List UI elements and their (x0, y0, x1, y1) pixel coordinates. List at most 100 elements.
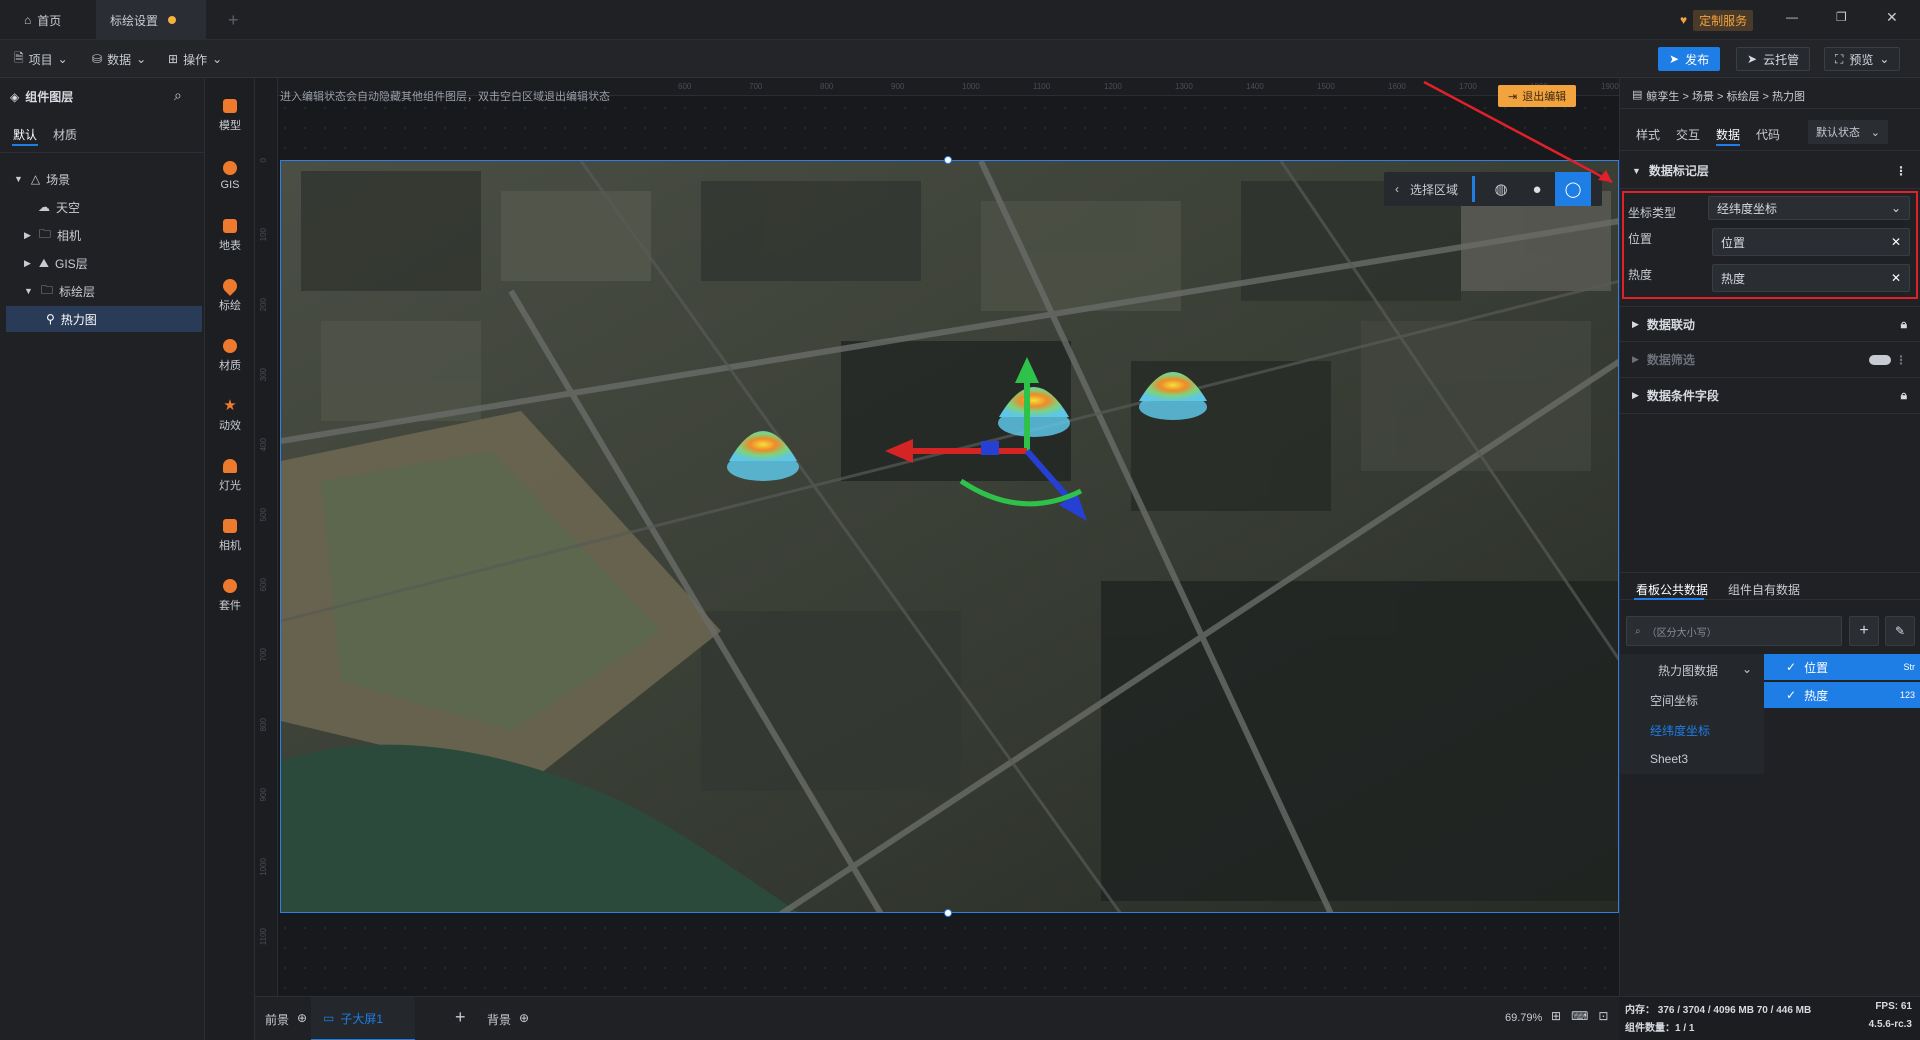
camera-icon (223, 519, 237, 533)
tool-label: GIS (220, 179, 240, 191)
source-item-lnglat-coords[interactable]: 经纬度坐标 (1650, 722, 1710, 739)
more-icon[interactable]: ⋮ (1895, 164, 1907, 178)
tree-item-annotation-layer[interactable]: ▼ 🗀 标绘层 (0, 278, 202, 304)
edit-data-button[interactable]: ✎ (1885, 616, 1915, 646)
tab-active-label: 标绘设置 (110, 13, 159, 28)
tab-default[interactable]: 默认 (13, 126, 37, 143)
tool-camera[interactable]: 相机 (205, 508, 255, 564)
tree-label: 场景 (46, 172, 71, 187)
source-item-space-coords[interactable]: 空间坐标 (1650, 692, 1698, 709)
data-search-input[interactable]: ⌕ （区分大小写） (1626, 616, 1842, 646)
ruler-tick-label: 200 (259, 298, 268, 312)
tab-interaction[interactable]: 交互 (1676, 126, 1700, 143)
tree-item-heatmap[interactable]: ⚲ 热力图 (6, 306, 202, 332)
foreground-tab[interactable]: 前景 ⊕ (265, 1011, 307, 1028)
section-title: 数据筛选 (1646, 353, 1695, 367)
add-circle-icon[interactable]: ⊕ (519, 1011, 529, 1028)
more-icon[interactable]: ⋮ (1895, 353, 1907, 367)
search-placeholder: （区分大小写） (1646, 627, 1717, 639)
check-icon: ✓ (1786, 688, 1797, 702)
tab-home[interactable]: ⌂ 首页 (10, 0, 75, 40)
field-row-heat[interactable]: ✓ 热度 123 (1764, 682, 1920, 708)
section-data-filter[interactable]: ▶ 数据筛选 ⋮ (1620, 342, 1920, 378)
cloud-button[interactable]: ➤ 云托管 (1736, 47, 1811, 71)
ruler-left: 0 100 200 300 400 500 600 700 800 900 1000 1100 (255, 78, 278, 996)
minimize-icon[interactable]: — (1786, 10, 1798, 24)
tab-material[interactable]: 材质 (53, 126, 77, 143)
terminal-icon[interactable]: ⊡ (1598, 1009, 1608, 1023)
search-icon[interactable]: ⌕ (174, 87, 182, 104)
data-menu[interactable]: ⛁ 数据 ⌄ (92, 40, 146, 78)
resize-handle-top[interactable] (944, 156, 952, 164)
tab-style[interactable]: 样式 (1636, 126, 1660, 143)
tool-kit[interactable]: 套件 (205, 568, 255, 624)
position-field[interactable]: 位置 ✕ (1712, 228, 1910, 256)
tool-terrain[interactable]: 地表 (205, 208, 255, 264)
tool-gis[interactable]: GIS (205, 148, 255, 204)
tool-annotation[interactable]: 标绘 (205, 268, 255, 324)
add-screen-button[interactable]: + (455, 1007, 466, 1028)
restore-icon[interactable]: ❐ (1836, 10, 1847, 24)
tool-light[interactable]: 灯光 (205, 448, 255, 504)
preview-button[interactable]: ⛶ 预览 ⌄ (1824, 47, 1901, 71)
ruler-tick-label: 700 (259, 648, 268, 662)
source-item-sheet3[interactable]: Sheet3 (1650, 752, 1688, 766)
fit-screen-icon[interactable]: ⊞ (1551, 1009, 1561, 1023)
keyboard-icon[interactable]: ⌨ (1571, 1009, 1588, 1023)
cloud-label: 云托管 (1763, 52, 1800, 67)
tree-item-camera[interactable]: ▶ 🗀 相机 (0, 222, 202, 248)
publish-label: 发布 (1685, 52, 1710, 67)
field-row-position[interactable]: ✓ 位置 Str (1764, 654, 1920, 680)
layers-icon: ◈ (10, 89, 20, 104)
screen-tab[interactable]: ▭ 子大屏1 (311, 997, 415, 1040)
star-icon: ★ (223, 397, 237, 414)
tree-item-gis[interactable]: ▶ ⛰ GIS层 (0, 250, 202, 276)
section-title: 数据联动 (1646, 317, 1695, 332)
scene-viewport[interactable] (280, 160, 1619, 913)
project-menu[interactable]: 🗎 项目 ⌄ (14, 40, 68, 78)
tool-effect[interactable]: ★ 动效 (205, 388, 255, 444)
tree-label: 热力图 (60, 312, 97, 327)
add-data-button[interactable]: + (1849, 616, 1879, 646)
section-condition-fields[interactable]: ▶ 数据条件字段 🔒︎ (1620, 378, 1920, 414)
tab-data[interactable]: 数据 (1716, 126, 1740, 143)
tool-material[interactable]: 材质 (205, 328, 255, 384)
section-data-link[interactable]: ▶ 数据联动 🔒︎ (1620, 306, 1920, 342)
close-icon[interactable]: ✕ (1886, 9, 1898, 26)
tree-item-scene[interactable]: ▼ △ 场景 (0, 166, 202, 192)
file-icon: 🗎 (14, 50, 24, 65)
custom-service[interactable]: ♥ 定制服务 (1680, 9, 1754, 31)
send-icon: ➤ (1747, 52, 1758, 66)
ruler-tick-label: 100 (259, 228, 268, 242)
position-label: 位置 (1628, 232, 1653, 246)
tab-code[interactable]: 代码 (1756, 126, 1780, 143)
background-tab[interactable]: 背景 ⊕ (487, 1011, 529, 1028)
state-select-value: 默认状态 (1816, 127, 1860, 139)
section-data-marker-layer[interactable]: ▼ 数据标记层 ⋮ (1620, 153, 1920, 189)
toolbar: 🗎 项目 ⌄ ⛁ 数据 ⌄ ⊞ 操作 ⌄ ➤ 发布 ➤ 云托管 ⛶ 预览 ⌄ (0, 40, 1920, 78)
new-tab-button[interactable]: + (214, 0, 253, 40)
publish-button[interactable]: ➤ 发布 (1658, 47, 1721, 71)
field-name: 热度 (1804, 688, 1829, 703)
source-item-heatmap[interactable]: 热力图数据 ⌄ (1658, 662, 1752, 679)
clear-icon[interactable]: ✕ (1891, 235, 1901, 249)
sky-icon: ☁ (38, 200, 50, 214)
add-circle-icon[interactable]: ⊕ (297, 1011, 307, 1028)
component-count: 组件数量：1 / 1 (1625, 1023, 1695, 1034)
toggle-switch[interactable] (1869, 354, 1891, 365)
tool-model[interactable]: 模型 (205, 88, 255, 144)
folder-icon: 🗀 (38, 226, 51, 241)
tab-public-data[interactable]: 看板公共数据 (1636, 581, 1708, 598)
state-select[interactable]: 默认状态 ⌄ (1808, 120, 1888, 144)
tab-own-data[interactable]: 组件自有数据 (1728, 581, 1800, 598)
source-list: 热力图数据 ⌄ 空间坐标 经纬度坐标 Sheet3 (1620, 654, 1764, 774)
resize-handle-bottom[interactable] (944, 909, 952, 917)
coord-type-select[interactable]: 经纬度坐标 ⌄ (1708, 196, 1910, 220)
tab-annotation-settings[interactable]: 标绘设置 (96, 0, 206, 40)
zoom-level[interactable]: 69.79% (1505, 1012, 1542, 1024)
tree-item-sky[interactable]: ☁ 天空 (0, 194, 202, 220)
clear-icon[interactable]: ✕ (1891, 271, 1901, 285)
ruler-tick-label: 300 (259, 368, 268, 382)
operate-menu[interactable]: ⊞ 操作 ⌄ (168, 40, 222, 78)
heat-field[interactable]: 热度 ✕ (1712, 264, 1910, 292)
